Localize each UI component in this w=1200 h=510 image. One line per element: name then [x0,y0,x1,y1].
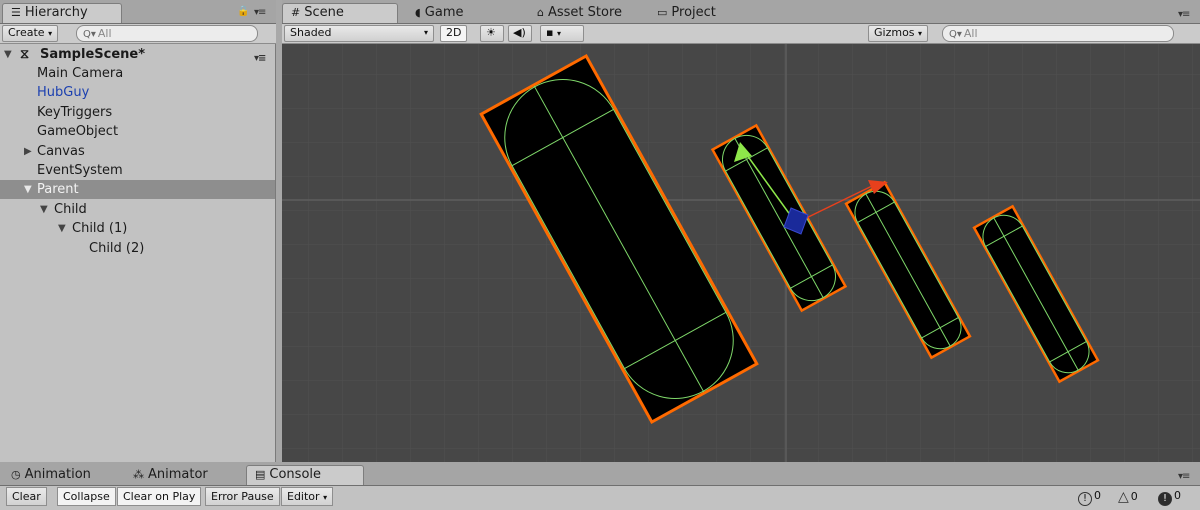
image-icon: ▪ [546,26,554,39]
panel-menu-icon[interactable]: ▾≡ [254,7,266,18]
search-icon: Q▾ [949,29,962,40]
hierarchy-item-canvas[interactable]: ▶ Canvas [0,142,275,161]
error-count-toggle[interactable]: ! 0 [1158,486,1181,506]
2d-mode-toggle[interactable]: 2D [440,25,468,42]
gizmos-dropdown[interactable]: Gizmos ▾ [868,25,929,42]
tab-scene[interactable]: # Scene [282,3,398,23]
folder-icon: ▭ [657,6,668,19]
hierarchy-item-parent[interactable]: ▼ Parent [0,180,275,199]
collapsed-arrow-icon[interactable]: ▶ [24,142,32,161]
hierarchy-item-child-2[interactable]: Child (2) [0,239,275,258]
expand-arrow-icon[interactable]: ▼ [24,180,32,199]
speaker-icon: ◀) [513,26,526,39]
expand-arrow-icon[interactable]: ▼ [40,200,48,219]
log-count-toggle[interactable]: ! 0 [1078,486,1101,506]
hierarchy-item-gameobject[interactable]: GameObject [0,122,275,141]
dropdown-arrow-icon: ▾ [423,28,428,37]
effects-dropdown[interactable]: ▪ ▾ [540,25,584,42]
hierarchy-item-hubguy[interactable]: HubGuy [0,83,275,102]
animator-icon: ⁂ [133,468,144,481]
grid-icon: # [291,6,301,19]
lighting-toggle[interactable]: ☀ [480,25,504,42]
tab-project[interactable]: ▭ Project [648,3,738,22]
panel-menu-icon[interactable]: ▾≡ [1178,9,1190,20]
sun-icon: ☀ [486,26,496,39]
dropdown-arrow-icon: ▾ [918,29,923,38]
panel-menu-icon[interactable]: ▾≡ [1178,471,1190,482]
error-pause-toggle[interactable]: Error Pause [205,487,280,506]
unity-scene-icon: ⧖ [20,47,30,62]
dropdown-arrow-icon: ▾ [556,29,561,38]
info-icon: ! [1078,492,1092,506]
bottom-tabstrip: ◷ Animation ⁂ Animator ▤ Console ▾≡ [0,462,1200,486]
dropdown-arrow-icon: ▾ [323,493,328,502]
hierarchy-toolbar: Create ▾ Q▾ All [0,24,276,44]
store-icon: ⌂ [537,6,544,19]
audio-toggle[interactable]: ◀) [508,25,532,42]
lock-icon[interactable]: 🔒 [237,6,249,17]
tab-animator[interactable]: ⁂ Animator [124,465,242,484]
hierarchy-panel: ☰ Hierarchy 🔒 ▾≡ Create ▾ Q▾ All ▼ ⧖ Sampl… [0,0,276,462]
list-icon: ☰ [11,6,21,19]
editor-dropdown[interactable]: Editor ▾ [281,487,334,506]
scene-viewport[interactable] [282,44,1200,462]
tab-console[interactable]: ▤ Console [246,465,364,485]
hierarchy-search-input[interactable]: Q▾ All [76,25,258,42]
scene-search-input[interactable]: Q▾ All [942,25,1174,42]
scene-root-row[interactable]: ▼ ⧖ SampleScene* ▾≡ [0,45,275,64]
shading-mode-dropdown[interactable]: Shaded ▾ [284,25,434,42]
console-icon: ▤ [255,468,266,481]
warning-icon: △ [1118,489,1129,505]
pacman-icon: ◖ [415,6,421,19]
scene-grid [282,44,1200,462]
dropdown-arrow-icon: ▾ [48,29,53,38]
hierarchy-item-main-camera[interactable]: Main Camera [0,64,275,83]
scene-toolbar: Shaded ▾ 2D ☀ ◀) ▪ ▾ Gizmos ▾ Q▾ All [282,24,1200,44]
hierarchy-item-child-1[interactable]: ▼ Child (1) [0,219,275,238]
console-panel: ◷ Animation ⁂ Animator ▤ Console ▾≡ Clear C… [0,462,1200,510]
tab-hierarchy[interactable]: ☰ Hierarchy [2,3,122,23]
hierarchy-item-eventsystem[interactable]: EventSystem [0,161,275,180]
hierarchy-item-child[interactable]: ▼ Child [0,200,275,219]
hierarchy-item-keytriggers[interactable]: KeyTriggers [0,103,275,122]
error-icon: ! [1158,492,1172,506]
tab-game[interactable]: ◖ Game [406,3,506,22]
scene-panel: # Scene ◖ Game ⌂ Asset Store ▭ Project ▾≡ Sh… [282,0,1200,462]
expand-arrow-icon[interactable]: ▼ [58,219,66,238]
search-icon: Q▾ [83,29,96,40]
clear-on-play-toggle[interactable]: Clear on Play [117,487,202,506]
clock-icon: ◷ [11,468,21,481]
scene-canvas[interactable] [282,44,1200,462]
clear-button[interactable]: Clear [6,487,47,506]
warning-count-toggle[interactable]: △ 0 [1118,486,1138,506]
tab-asset-store[interactable]: ⌂ Asset Store [528,3,638,22]
expand-arrow-icon[interactable]: ▼ [4,45,12,64]
collapse-toggle[interactable]: Collapse [57,487,116,506]
hierarchy-tabstrip: ☰ Hierarchy 🔒 ▾≡ [0,0,276,24]
scene-tabstrip: # Scene ◖ Game ⌂ Asset Store ▭ Project ▾≡ [282,0,1200,24]
tab-animation[interactable]: ◷ Animation [2,465,120,484]
create-dropdown[interactable]: Create ▾ [2,25,59,42]
